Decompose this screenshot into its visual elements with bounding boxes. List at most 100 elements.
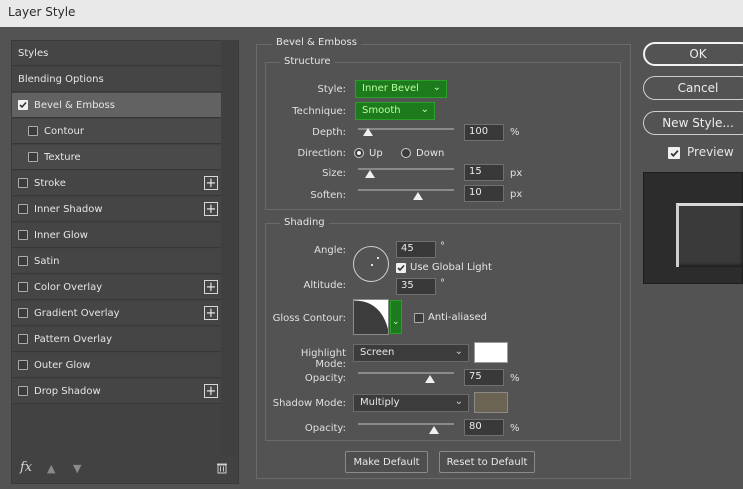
highlight-mode-label: Highlight Mode: bbox=[300, 348, 346, 370]
shadow-opacity-input[interactable]: 80 bbox=[464, 419, 504, 436]
soften-slider-thumb[interactable] bbox=[413, 192, 423, 200]
checkbox-contour[interactable] bbox=[28, 126, 38, 136]
gloss-contour-preview[interactable] bbox=[353, 299, 389, 335]
shadow-mode-label: Shadow Mode: bbox=[272, 398, 346, 409]
checkbox-bevel-emboss[interactable] bbox=[18, 100, 28, 110]
shadow-opacity-slider-thumb[interactable] bbox=[429, 426, 439, 434]
technique-label: Technique: bbox=[292, 106, 346, 117]
altitude-input[interactable]: 35 bbox=[396, 278, 436, 295]
sidebar-item-label: Drop Shadow bbox=[34, 385, 101, 397]
sidebar-item-outer-glow[interactable]: Outer Glow bbox=[12, 353, 222, 378]
sidebar-item-satin[interactable]: Satin bbox=[12, 249, 222, 274]
fx-icon[interactable]: fx bbox=[20, 460, 32, 475]
checkbox-color-overlay[interactable] bbox=[18, 282, 28, 292]
checkbox-gradient-overlay[interactable] bbox=[18, 308, 28, 318]
soften-unit: px bbox=[510, 189, 523, 200]
anti-aliased-checkbox[interactable] bbox=[414, 313, 424, 323]
ok-button[interactable]: OK bbox=[643, 42, 743, 66]
use-global-light-label: Use Global Light bbox=[410, 262, 492, 273]
altitude-label: Altitude: bbox=[303, 280, 346, 291]
sidebar-item-label: Contour bbox=[44, 125, 84, 137]
angle-dial[interactable] bbox=[353, 246, 389, 282]
cancel-button[interactable]: Cancel bbox=[643, 76, 743, 100]
styles-list-scrollbar[interactable] bbox=[221, 40, 237, 456]
new-style-button[interactable]: New Style... bbox=[643, 111, 743, 135]
checkbox-texture[interactable] bbox=[28, 152, 38, 162]
structure-title: Structure bbox=[280, 56, 335, 67]
direction-down-radio[interactable] bbox=[401, 148, 411, 158]
use-global-light-checkbox[interactable] bbox=[396, 263, 406, 273]
highlight-mode-dropdown[interactable]: Screen ⌄ bbox=[353, 344, 469, 362]
preview-bevel-sample bbox=[676, 203, 743, 267]
checkbox-pattern-overlay[interactable] bbox=[18, 334, 28, 344]
direction-up-radio[interactable] bbox=[354, 148, 364, 158]
size-input[interactable]: 15 bbox=[464, 164, 504, 181]
sidebar-item-label: Color Overlay bbox=[34, 281, 103, 293]
chevron-down-icon: ⌄ bbox=[432, 82, 441, 93]
highlight-mode-value: Screen bbox=[360, 347, 395, 358]
add-icon[interactable]: + bbox=[204, 280, 218, 294]
sidebar-item-label: Outer Glow bbox=[34, 359, 91, 371]
add-icon[interactable]: + bbox=[204, 384, 218, 398]
sidebar-item-inner-glow[interactable]: Inner Glow bbox=[12, 223, 222, 248]
contour-curve-icon bbox=[354, 300, 388, 334]
sidebar-item-bevel-emboss[interactable]: Bevel & Emboss bbox=[12, 93, 222, 118]
preview-checkbox[interactable] bbox=[668, 147, 680, 159]
make-default-button[interactable]: Make Default bbox=[345, 451, 428, 473]
sidebar-item-styles[interactable]: Styles bbox=[12, 41, 222, 66]
checkbox-inner-glow[interactable] bbox=[18, 230, 28, 240]
window-title-bar: Layer Style bbox=[0, 0, 743, 27]
checkmark-icon bbox=[669, 149, 679, 157]
angle-label: Angle: bbox=[314, 245, 346, 256]
group-title: Bevel & Emboss bbox=[272, 37, 361, 48]
direction-up-label: Up bbox=[369, 148, 383, 159]
sidebar-item-inner-shadow[interactable]: Inner Shadow + bbox=[12, 197, 222, 222]
sidebar-item-label: Texture bbox=[44, 151, 81, 163]
altitude-unit: ° bbox=[440, 278, 445, 289]
sidebar-item-pattern-overlay[interactable]: Pattern Overlay bbox=[12, 327, 222, 352]
highlight-opacity-slider-track[interactable] bbox=[358, 372, 454, 374]
shadow-mode-dropdown[interactable]: Multiply ⌄ bbox=[353, 394, 469, 412]
depth-input[interactable]: 100 bbox=[464, 124, 504, 141]
style-dropdown[interactable]: Inner Bevel ⌄ bbox=[355, 80, 447, 98]
sidebar-item-label: Inner Shadow bbox=[34, 203, 103, 215]
checkbox-satin[interactable] bbox=[18, 256, 28, 266]
shadow-mode-value: Multiply bbox=[360, 397, 400, 408]
depth-unit: % bbox=[510, 127, 520, 138]
sidebar-item-gradient-overlay[interactable]: Gradient Overlay + bbox=[12, 301, 222, 326]
checkbox-stroke[interactable] bbox=[18, 178, 28, 188]
checkbox-inner-shadow[interactable] bbox=[18, 204, 28, 214]
angle-input[interactable]: 45 bbox=[396, 241, 436, 258]
preview-label: Preview bbox=[687, 145, 734, 159]
sidebar-item-color-overlay[interactable]: Color Overlay + bbox=[12, 275, 222, 300]
add-icon[interactable]: + bbox=[204, 176, 218, 190]
soften-slider-track[interactable] bbox=[358, 189, 454, 191]
highlight-opacity-slider-thumb[interactable] bbox=[425, 375, 435, 383]
move-down-icon[interactable]: ▼ bbox=[73, 462, 81, 475]
shadow-color-swatch[interactable] bbox=[474, 392, 508, 413]
sidebar-item-blending-options[interactable]: Blending Options bbox=[12, 67, 222, 92]
checkbox-drop-shadow[interactable] bbox=[18, 386, 28, 396]
depth-slider-thumb[interactable] bbox=[363, 128, 373, 136]
move-up-icon[interactable]: ▲ bbox=[47, 462, 55, 475]
chevron-down-icon: ⌄ bbox=[392, 317, 400, 327]
gloss-contour-dropdown[interactable]: ⌄ bbox=[390, 300, 402, 334]
sidebar-item-texture[interactable]: Texture bbox=[12, 145, 222, 170]
trash-icon[interactable] bbox=[216, 462, 228, 477]
checkbox-outer-glow[interactable] bbox=[18, 360, 28, 370]
sidebar-item-drop-shadow[interactable]: Drop Shadow + bbox=[12, 379, 222, 404]
sidebar-item-contour[interactable]: Contour bbox=[12, 119, 222, 144]
technique-dropdown[interactable]: Smooth ⌄ bbox=[355, 102, 435, 120]
soften-input[interactable]: 10 bbox=[464, 185, 504, 202]
shadow-opacity-slider-track[interactable] bbox=[358, 423, 454, 425]
reset-to-default-button[interactable]: Reset to Default bbox=[439, 451, 535, 473]
add-icon[interactable]: + bbox=[204, 306, 218, 320]
sidebar-item-stroke[interactable]: Stroke + bbox=[12, 171, 222, 196]
direction-label: Direction: bbox=[297, 148, 346, 159]
shadow-opacity-label: Opacity: bbox=[304, 423, 346, 434]
highlight-color-swatch[interactable] bbox=[474, 342, 508, 363]
add-icon[interactable]: + bbox=[204, 202, 218, 216]
size-slider-thumb[interactable] bbox=[365, 170, 375, 178]
highlight-opacity-input[interactable]: 75 bbox=[464, 369, 504, 386]
checkmark-icon bbox=[397, 264, 405, 272]
